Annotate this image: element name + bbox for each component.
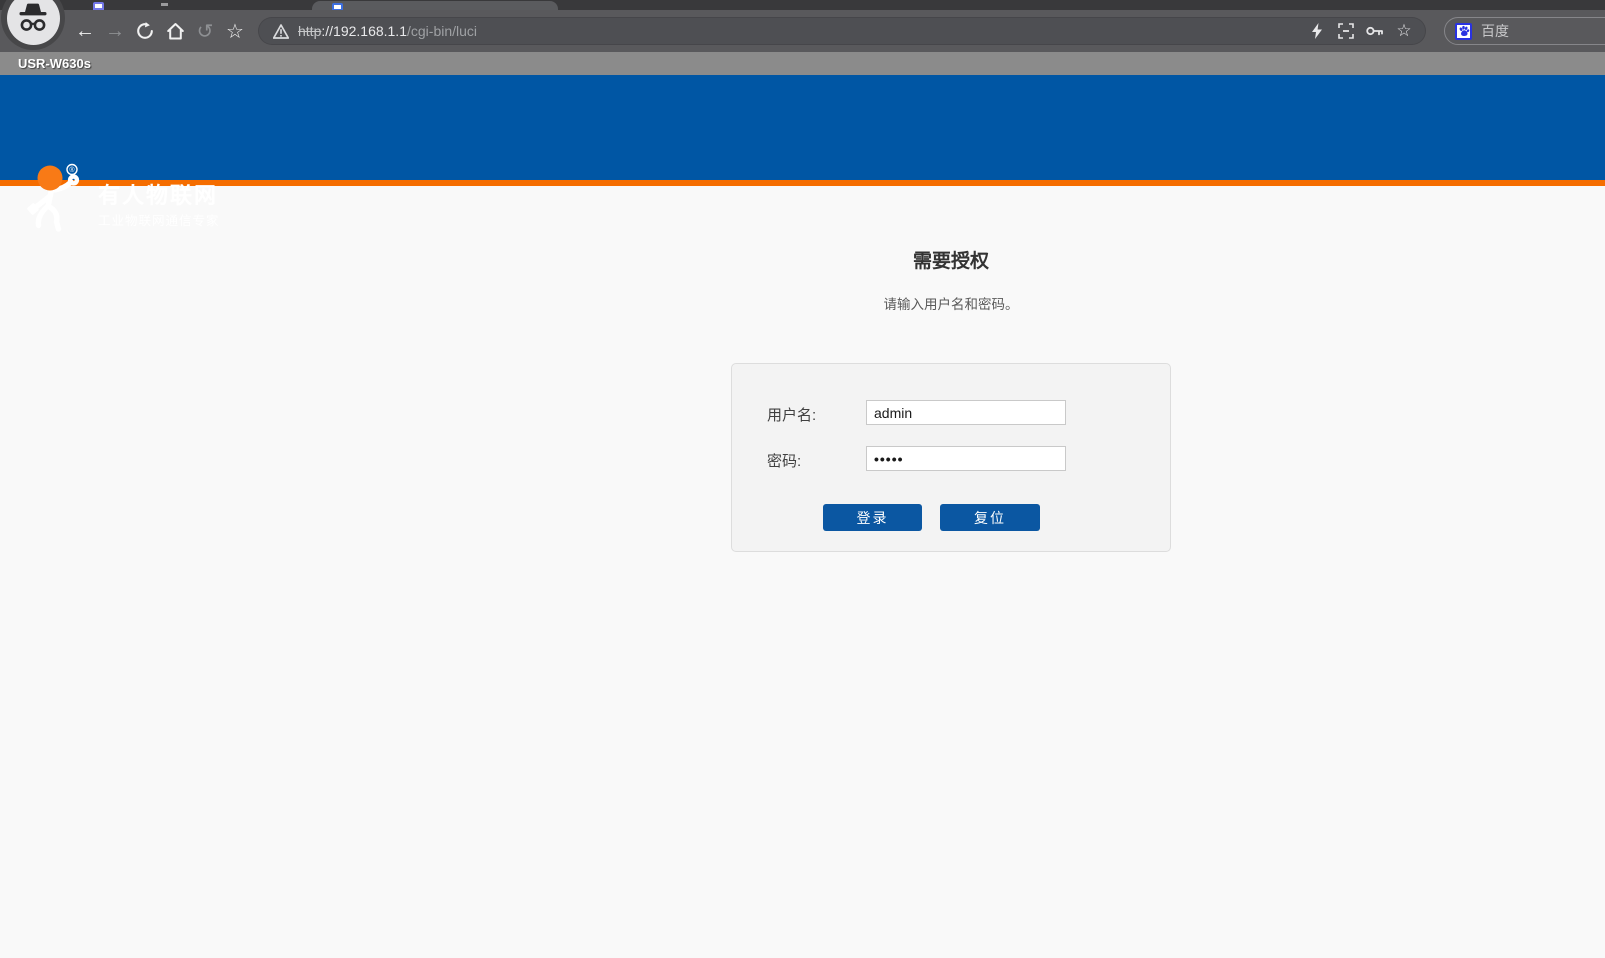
tab-strip xyxy=(0,0,1605,10)
password-input[interactable] xyxy=(866,446,1066,471)
url-bar[interactable]: http://192.168.1.1/cgi-bin/luci ☆ xyxy=(258,17,1426,45)
url-path: /cgi-bin/luci xyxy=(407,23,477,39)
usr-stickman-logo-icon: ® xyxy=(22,163,86,244)
login-content: 需要授权 请输入用户名和密码。 用户名: 密码: 登录 复位 xyxy=(731,192,1171,552)
page-title-strip: USR-W630s xyxy=(0,52,1605,75)
page-heading: 需要授权 xyxy=(731,246,1171,273)
reset-button[interactable]: 复位 xyxy=(940,504,1040,531)
forward-icon[interactable]: → xyxy=(100,16,130,46)
registered-mark: ® xyxy=(69,166,75,174)
brand-tagline: 工业物联网通信专家 xyxy=(98,210,220,229)
username-input[interactable] xyxy=(866,400,1066,425)
back-icon[interactable]: ← xyxy=(70,16,100,46)
baidu-search-label: 百度 xyxy=(1481,21,1509,41)
login-button[interactable]: 登录 xyxy=(823,504,922,531)
key-icon[interactable] xyxy=(1366,22,1384,40)
reload-icon[interactable] xyxy=(130,16,160,46)
undo-icon[interactable]: ↺ xyxy=(190,16,220,46)
lightning-icon[interactable] xyxy=(1308,22,1326,40)
incognito-icon xyxy=(7,0,60,45)
url-scheme: http xyxy=(298,23,321,39)
star-icon[interactable]: ☆ xyxy=(1395,22,1413,40)
baidu-icon xyxy=(1455,23,1472,40)
inactive-tab-favicon-icon xyxy=(93,2,104,10)
home-icon[interactable] xyxy=(160,16,190,46)
page-subtitle: 请输入用户名和密码。 xyxy=(731,295,1171,315)
login-card: 用户名: 密码: 登录 复位 xyxy=(731,363,1171,552)
tab-close-icon[interactable] xyxy=(161,3,168,6)
url-host: ://192.168.1.1 xyxy=(321,23,407,39)
url-text: http://192.168.1.1/cgi-bin/luci xyxy=(298,23,1308,39)
browser-toolbar: ← → ↺ ☆ http://192.168.1.1/cgi-bin/luci … xyxy=(0,10,1605,52)
password-label: 密码: xyxy=(767,450,801,471)
bookmark-star-icon[interactable]: ☆ xyxy=(220,16,250,46)
page-title-text: USR-W630s xyxy=(18,56,91,71)
reader-mode-icon[interactable] xyxy=(1337,22,1355,40)
site-header: ® 有人物联网 工业物联网通信专家 xyxy=(0,75,1605,186)
warning-icon[interactable] xyxy=(273,24,289,39)
username-label: 用户名: xyxy=(767,404,816,425)
url-bar-actions: ☆ xyxy=(1308,22,1413,40)
active-tab-favicon-icon xyxy=(332,3,343,10)
baidu-search-box[interactable]: 百度 xyxy=(1444,17,1605,45)
active-tab[interactable] xyxy=(312,1,558,10)
brand-name: 有人物联网 xyxy=(98,178,218,210)
